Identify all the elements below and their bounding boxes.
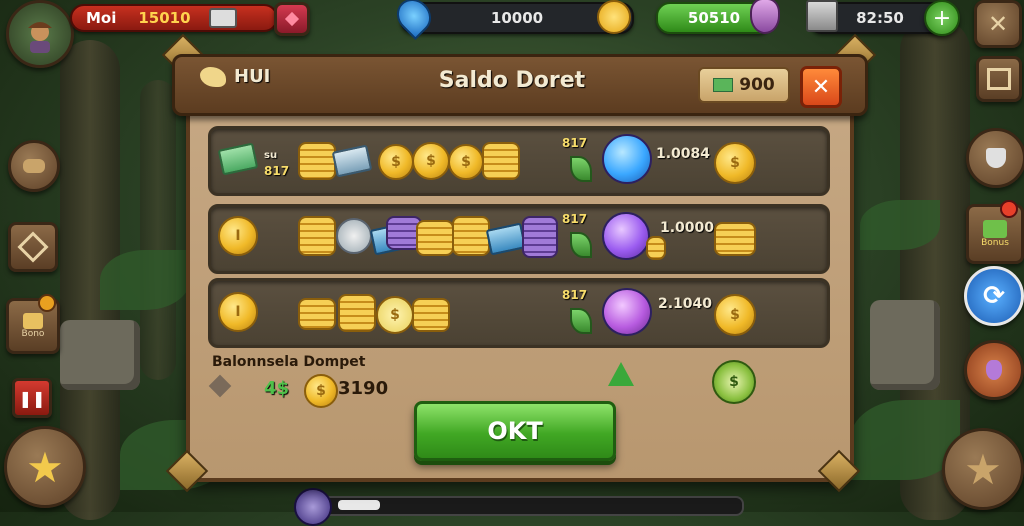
row2-count-label: 817 xyxy=(562,212,588,226)
settings-close-button[interactable]: ✕ xyxy=(974,0,1022,48)
coin-icon: $ xyxy=(448,144,484,180)
player-name: Moi xyxy=(86,9,117,27)
achievements-button[interactable]: ★ xyxy=(942,428,1024,510)
coin-stack-icon xyxy=(452,216,490,256)
dialog-tab-label: HUI xyxy=(234,66,271,87)
map-button[interactable] xyxy=(8,222,58,272)
silver-coin-icon xyxy=(336,218,372,254)
tree-trunk xyxy=(140,80,176,380)
coin-stack-icon xyxy=(482,142,520,180)
ok-button[interactable]: OKT xyxy=(414,401,616,461)
leaf xyxy=(860,200,940,250)
timer-value: 82:50 xyxy=(856,9,904,27)
shop-icon xyxy=(23,313,43,329)
coin-stack-icon xyxy=(416,220,454,256)
blue-gem-icon xyxy=(602,134,652,184)
coin-stack-icon xyxy=(298,216,336,256)
coin-icon: $ xyxy=(714,294,756,336)
rock xyxy=(60,320,140,390)
close-x-icon: ✕ xyxy=(987,10,1009,38)
right-bonus-label: Bonus xyxy=(981,238,1009,248)
rock xyxy=(870,300,940,390)
crate-icon xyxy=(806,0,838,32)
star-icon: ★ xyxy=(964,444,1002,494)
purple-gem-icon xyxy=(602,212,650,260)
ok-button-label: OKT xyxy=(487,417,543,445)
smiley-coin-icon[interactable] xyxy=(597,0,631,34)
add-time-button[interactable]: + xyxy=(924,0,960,36)
dialog-title: Saldo Doret xyxy=(438,68,586,93)
coin-icon: I xyxy=(218,292,258,332)
gem-amount: 10000 xyxy=(490,9,544,27)
row3-count-label: 817 xyxy=(562,288,588,302)
left-bonus-label: Bono xyxy=(21,329,45,339)
balance-prefix: 4$ xyxy=(264,378,290,399)
row1-small-label-top: su xyxy=(264,150,278,161)
refresh-icon: ⟳ xyxy=(983,281,1005,311)
row1-count-label: 817 xyxy=(562,136,588,150)
coin-icon: $ xyxy=(376,296,414,334)
row1-gem-value: 1.0084 xyxy=(656,146,711,162)
add-gold-button[interactable] xyxy=(274,2,310,36)
coin-stack-icon xyxy=(412,298,450,332)
gold-amount: 15010 xyxy=(138,9,191,27)
balance-value: 3190 xyxy=(338,378,389,399)
header-balance-box: 900 xyxy=(698,67,790,103)
potion-icon xyxy=(986,360,1002,380)
refresh-button[interactable]: ⟳ xyxy=(964,266,1024,326)
diamond-icon xyxy=(17,231,49,263)
coin-stack-icon xyxy=(338,294,376,332)
coin-stack-icon xyxy=(298,142,336,180)
row3-gem-value: 2.1040 xyxy=(658,296,713,312)
plus-icon: + xyxy=(932,5,952,31)
player-avatar[interactable] xyxy=(6,0,74,68)
inventory-button[interactable] xyxy=(976,56,1022,102)
coin-icon: $ xyxy=(714,142,756,184)
player-gold-bar: Moi 15010 xyxy=(70,4,278,32)
triangle-gem-icon xyxy=(608,362,634,386)
close-icon: ✕ xyxy=(811,74,831,100)
star-icon: ★ xyxy=(26,442,64,492)
box-icon xyxy=(987,68,1011,90)
shield-icon xyxy=(986,148,1006,168)
close-button[interactable]: ✕ xyxy=(800,66,842,108)
row2-gem-value: 1.0000 xyxy=(660,220,715,236)
gift-icon xyxy=(983,220,1007,238)
purple-coin-stack-icon xyxy=(522,216,558,258)
coin-stack-icon xyxy=(646,236,666,260)
coin-stack-button[interactable] xyxy=(8,140,60,192)
progress-fill xyxy=(338,500,380,510)
coin-stack-icon xyxy=(23,159,45,173)
coin-stack-icon xyxy=(298,298,336,330)
violet-gem-icon xyxy=(602,288,652,336)
wallet-icon xyxy=(208,8,237,28)
dialog-tab[interactable]: HUI xyxy=(200,66,270,87)
leaf xyxy=(100,250,190,310)
header-balance-value: 900 xyxy=(739,75,775,95)
cash-amount: 50510 xyxy=(687,9,741,27)
coin-icon: I xyxy=(218,216,258,256)
pause-icon: ❚❚ xyxy=(18,388,46,408)
coin-stack-icon xyxy=(714,222,756,256)
explorer-avatar-icon xyxy=(28,22,52,53)
balance-label: Balonnsela Dompet xyxy=(212,354,366,370)
potion-button[interactable] xyxy=(964,340,1024,400)
favorites-button[interactable]: ★ xyxy=(4,426,86,508)
green-coin-icon: $ xyxy=(712,360,756,404)
pause-button[interactable]: ❚❚ xyxy=(12,378,52,418)
progress-orb-icon xyxy=(294,488,332,526)
pegasus-icon xyxy=(200,66,226,87)
cash-icon xyxy=(713,78,734,92)
coin-icon: $ xyxy=(378,144,414,180)
potion-icon[interactable] xyxy=(750,0,780,34)
gem-icon xyxy=(284,11,300,27)
notification-dot-icon xyxy=(38,294,56,312)
bottom-progress-bar xyxy=(300,496,744,516)
coin-icon: $ xyxy=(412,142,450,180)
coin-icon: $ xyxy=(304,374,338,408)
shield-button[interactable] xyxy=(966,128,1024,188)
row1-small-label-bottom: 817 xyxy=(264,164,290,178)
notification-dot-icon xyxy=(1000,200,1018,218)
